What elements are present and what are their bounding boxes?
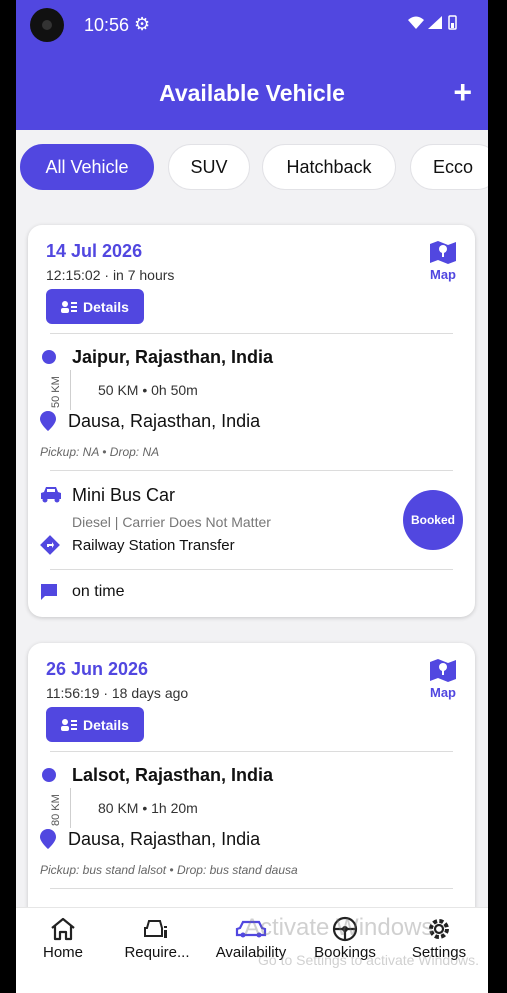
- destination-location: Dausa, Rajasthan, India: [68, 411, 261, 431]
- vehicle-name: Mini Bus Car: [72, 485, 176, 505]
- map-icon: [430, 659, 456, 682]
- divider: [50, 751, 453, 752]
- divider: [50, 569, 453, 570]
- add-vehicle-button[interactable]: +: [453, 74, 472, 111]
- route-distance: 80 KM • 1h 20m: [98, 800, 198, 816]
- details-icon: [61, 718, 78, 731]
- destination-pin-icon: [40, 829, 56, 854]
- device-bezel-left: [0, 0, 16, 993]
- destination-pin-icon: [40, 411, 56, 436]
- destination-location: Dausa, Rajasthan, India: [68, 829, 261, 849]
- pickup-drop-text: Pickup: NA • Drop: NA: [40, 445, 160, 459]
- status-badge: Booked: [403, 490, 463, 550]
- nav-item-requirements[interactable]: Require...: [110, 916, 204, 961]
- booking-date: 26 Jun 2026: [46, 659, 149, 679]
- vehicle-description: Diesel | Carrier Does Not Matter: [72, 514, 271, 530]
- nav-item-home[interactable]: Home: [16, 916, 110, 961]
- map-label: Map: [430, 685, 456, 700]
- booking-time: 11:56:19 · 18 days ago: [46, 685, 189, 701]
- route-line: [70, 788, 71, 828]
- divider: [50, 470, 453, 471]
- comment-icon: [40, 583, 58, 606]
- booking-date: 14 Jul 2026: [46, 241, 143, 261]
- nav-label-home: Home: [42, 944, 83, 961]
- booking-note: on time: [72, 583, 125, 600]
- details-button[interactable]: Details: [46, 707, 144, 742]
- details-button[interactable]: Details: [46, 289, 144, 324]
- front-camera: [30, 8, 64, 42]
- status-bar: 10:56 ⚙: [16, 0, 488, 50]
- route-distance-vertical: 50 KM: [50, 376, 62, 408]
- app-screen: 10:56 ⚙ Available Vehicle + All Vehicle …: [16, 0, 488, 993]
- windows-activation-watermark: Activate Windows: [244, 914, 434, 941]
- filter-chip-suv[interactable]: SUV: [168, 144, 250, 190]
- app-header: 10:56 ⚙ Available Vehicle +: [16, 0, 488, 130]
- filter-chip-hatchback[interactable]: Hatchback: [262, 144, 396, 190]
- origin-location: Lalsot, Rajasthan, India: [72, 765, 274, 785]
- signal-battery-icons: [406, 14, 458, 37]
- details-label: Details: [83, 716, 129, 733]
- map-button[interactable]: Map: [427, 657, 459, 700]
- status-time: 10:56: [84, 15, 130, 35]
- booking-card[interactable]: 14 Jul 2026 12:15:02 · in 7 hours Map De…: [28, 225, 475, 617]
- car-info-icon: [144, 920, 167, 938]
- filter-chip-all-vehicle[interactable]: All Vehicle: [20, 144, 154, 190]
- route-line: [70, 370, 71, 410]
- windows-activation-subtitle: Go to Settings to activate Windows.: [258, 952, 479, 968]
- route-distance: 50 KM • 0h 50m: [98, 382, 198, 398]
- details-label: Details: [83, 298, 129, 315]
- divider: [50, 888, 453, 889]
- origin-location: Jaipur, Rajasthan, India: [72, 347, 274, 367]
- map-label: Map: [430, 267, 456, 282]
- home-icon: [51, 917, 75, 941]
- details-icon: [61, 300, 78, 313]
- nav-label-requirements: Require...: [124, 944, 190, 961]
- map-button[interactable]: Map: [427, 239, 459, 282]
- route-distance-vertical: 80 KM: [50, 794, 62, 826]
- trip-direction-icon: [40, 535, 60, 560]
- settings-status-icon: ⚙: [134, 14, 151, 34]
- map-icon: [430, 241, 456, 264]
- page-title: Available Vehicle: [159, 80, 345, 106]
- divider: [50, 333, 453, 334]
- car-icon: [40, 485, 62, 508]
- filter-chips: All Vehicle SUV Hatchback Ecco: [20, 144, 488, 192]
- pickup-drop-text: Pickup: bus stand lalsot • Drop: bus sta…: [40, 863, 298, 877]
- device-bezel-right: [488, 0, 507, 993]
- booking-time: 12:15:02 · in 7 hours: [46, 267, 175, 283]
- filter-chip-ecco[interactable]: Ecco: [410, 144, 488, 190]
- trip-type: Railway Station Transfer: [72, 537, 235, 554]
